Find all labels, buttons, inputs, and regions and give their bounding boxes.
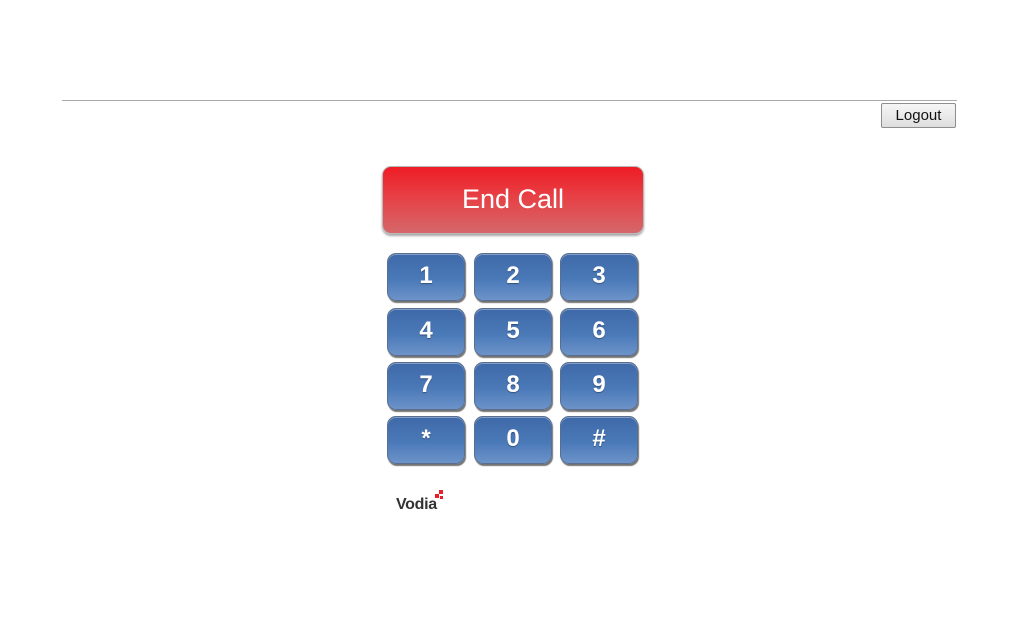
keypad-key-1[interactable]: 1 xyxy=(387,253,465,301)
dial-keypad: 1 2 3 4 5 6 7 8 9 * 0 # xyxy=(387,253,640,466)
keypad-key-0[interactable]: 0 xyxy=(474,416,552,464)
phone-page: Logout End Call 1 2 3 4 5 6 7 8 9 * 0 # … xyxy=(0,0,1020,638)
keypad-key-hash[interactable]: # xyxy=(560,416,638,464)
keypad-key-7[interactable]: 7 xyxy=(387,362,465,410)
keypad-key-star[interactable]: * xyxy=(387,416,465,464)
keypad-key-2[interactable]: 2 xyxy=(474,253,552,301)
keypad-key-9[interactable]: 9 xyxy=(560,362,638,410)
keypad-key-5[interactable]: 5 xyxy=(474,308,552,356)
keypad-key-8[interactable]: 8 xyxy=(474,362,552,410)
header-divider xyxy=(62,100,957,101)
keypad-key-6[interactable]: 6 xyxy=(560,308,638,356)
vodia-logo-mark-icon xyxy=(435,490,443,499)
end-call-button[interactable]: End Call xyxy=(382,166,644,234)
keypad-key-4[interactable]: 4 xyxy=(387,308,465,356)
logout-button[interactable]: Logout xyxy=(881,103,956,128)
keypad-key-3[interactable]: 3 xyxy=(560,253,638,301)
vodia-logo-text: Vodia xyxy=(396,496,437,513)
vodia-logo: Vodia xyxy=(396,490,448,516)
